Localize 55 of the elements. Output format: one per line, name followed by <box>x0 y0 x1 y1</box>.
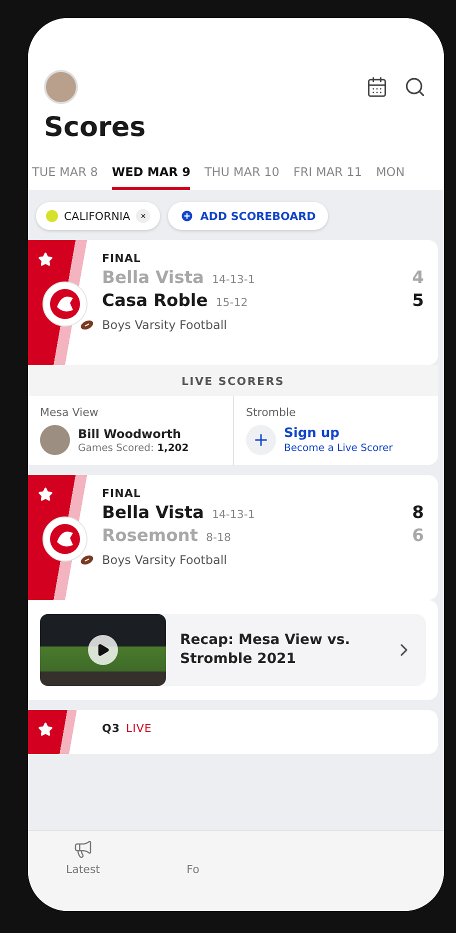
star-icon[interactable] <box>38 722 53 737</box>
filter-chip[interactable]: CALIFORNIA × <box>36 202 160 230</box>
football-icon <box>80 320 94 330</box>
date-tab[interactable]: MON <box>376 159 405 190</box>
avatar <box>40 425 70 455</box>
plus-icon <box>252 431 270 449</box>
megaphone-icon <box>73 839 93 859</box>
live-label: LIVE <box>126 722 152 735</box>
add-scoreboard-button[interactable]: ADD SCOREBOARD <box>168 202 328 230</box>
team-score: 8 <box>412 503 424 523</box>
scorer-name: Bill Woodworth <box>78 426 182 440</box>
date-tab[interactable]: WED MAR 9 <box>112 159 190 190</box>
games-scored: Games Scored: 1,202 <box>78 442 189 454</box>
date-tab[interactable]: THU MAR 10 <box>204 159 280 190</box>
team-label: Stromble <box>246 406 297 419</box>
section-title: LIVE SCORERS <box>28 365 438 396</box>
game-status: Q3 LIVE <box>102 722 153 735</box>
sport-label: Boys Varsity Football <box>102 553 228 567</box>
star-icon[interactable] <box>38 487 53 502</box>
search-icon[interactable] <box>404 76 426 98</box>
remove-button[interactable]: × <box>136 209 150 223</box>
plus-circle-icon <box>180 209 194 223</box>
team-record: 14-13-1 <box>212 508 256 521</box>
date-tab[interactable]: FRI MAR 11 <box>293 159 362 190</box>
team-logo-drawing <box>42 516 88 562</box>
team-name: Bella Vista <box>102 503 204 523</box>
sign-up-link[interactable]: Sign up <box>284 426 393 441</box>
team-label: Mesa View <box>40 406 100 419</box>
nav-item[interactable]: Latest <box>28 837 138 877</box>
team-score: 5 <box>412 291 424 311</box>
become-scorer-link[interactable]: Become a Live Scorer <box>284 443 393 454</box>
team-score: 4 <box>412 268 424 288</box>
calendar-icon[interactable] <box>366 76 388 98</box>
recap-title: Recap: Mesa View vs. Stromble 2021 <box>180 631 352 669</box>
page-title: Scores <box>44 112 147 143</box>
team-record: 15-12 <box>216 296 249 309</box>
team-score: 6 <box>412 526 424 546</box>
team-name: Rosemont <box>102 526 198 546</box>
game-status: FINAL <box>102 487 142 500</box>
game-status: FINAL <box>102 252 142 265</box>
recap-item[interactable]: Recap: Mesa View vs. Stromble 2021 <box>40 614 426 686</box>
chip-label: CALIFORNIA <box>64 210 130 222</box>
team-record: 8-18 <box>206 531 232 544</box>
team-logo-drawing <box>42 281 88 327</box>
team-record: 14-13-1 <box>212 273 256 286</box>
date-tab[interactable]: TUE MAR 8 <box>32 159 98 190</box>
softball-icon <box>46 210 58 222</box>
add-button[interactable] <box>246 425 276 455</box>
football-icon <box>80 555 94 565</box>
team-name: Bella Vista <box>102 268 204 288</box>
star-icon[interactable] <box>38 252 53 267</box>
team-name: Casa Roble <box>102 291 208 311</box>
sport-label: Boys Varsity Football <box>102 318 228 332</box>
nav-item[interactable]: Fo <box>138 837 248 877</box>
play-icon <box>88 635 118 665</box>
